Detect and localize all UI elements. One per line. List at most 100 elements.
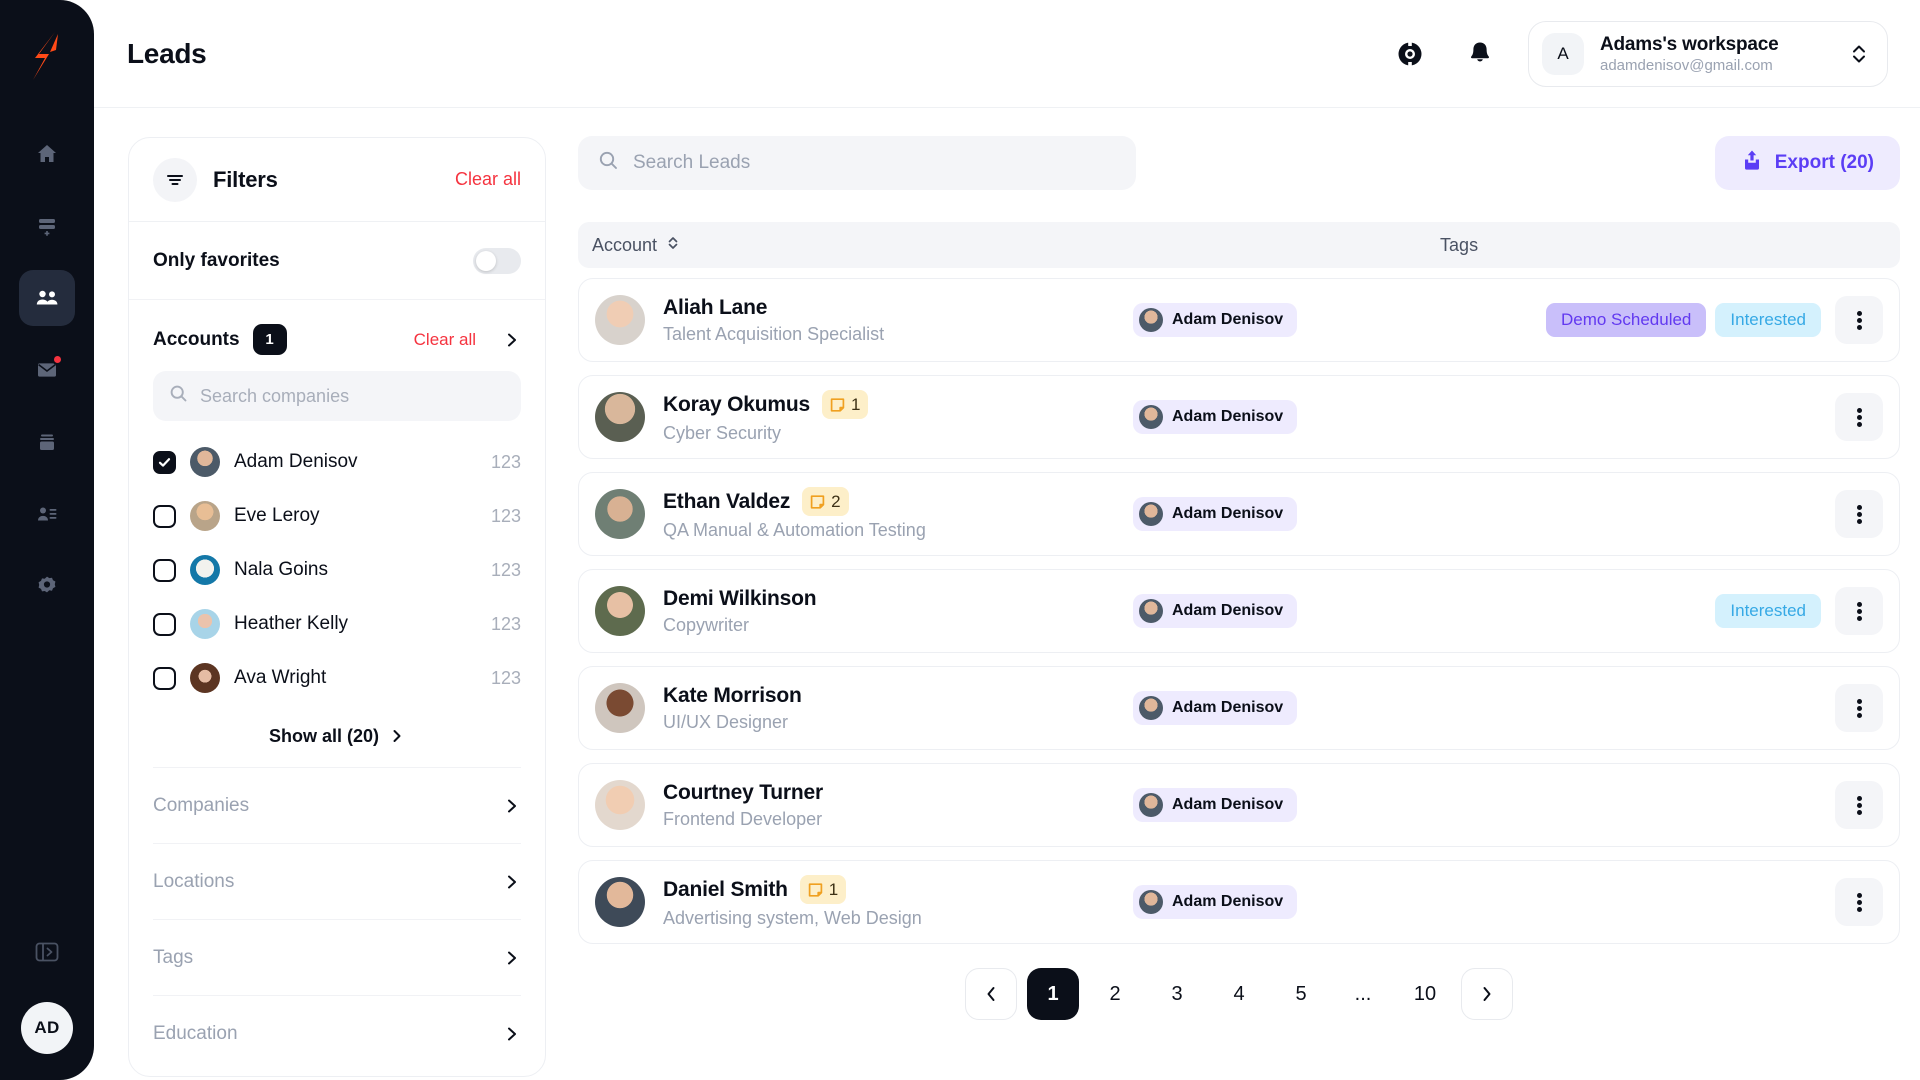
pagination-ellipsis: ...: [1354, 982, 1372, 1005]
notes-badge[interactable]: 1: [799, 875, 847, 904]
search-leads-field[interactable]: [578, 136, 1136, 190]
assignee-chip[interactable]: Adam Denisov: [1133, 691, 1298, 725]
account-checkbox[interactable]: [153, 666, 176, 690]
assignee-chip[interactable]: Adam Denisov: [1133, 594, 1298, 628]
table-row[interactable]: Kate Morrison UI/UX Designer Adam Deniso…: [578, 666, 1900, 750]
pagination-page-4[interactable]: 4: [1213, 968, 1265, 1020]
rail-bottom-group: AD: [0, 936, 94, 1054]
export-button[interactable]: Export (20): [1714, 136, 1900, 190]
assignee-chip[interactable]: Adam Denisov: [1133, 788, 1298, 822]
only-favorites-toggle[interactable]: [473, 247, 521, 274]
status-badge[interactable]: Demo Scheduled: [1545, 303, 1707, 337]
filter-section-label: Companies: [153, 794, 250, 816]
sidebar-item-inbox[interactable]: [19, 342, 75, 398]
bell-icon[interactable]: [1458, 32, 1502, 76]
filter-section-label: Education: [153, 1022, 238, 1044]
account-item[interactable]: Nala Goins 123: [153, 543, 521, 597]
lifebuoy-icon[interactable]: [1388, 32, 1432, 76]
filters-clear-all-button[interactable]: Clear all: [455, 169, 521, 190]
workspace-selector[interactable]: A Adams's workspace adamdenisov@gmail.co…: [1528, 20, 1888, 87]
search-companies-input[interactable]: [200, 385, 505, 407]
account-checkbox[interactable]: [153, 504, 176, 528]
account-checkbox[interactable]: [153, 558, 176, 582]
kebab-menu-icon[interactable]: [1835, 393, 1883, 441]
accounts-expand-chevron-right-icon[interactable]: [503, 331, 521, 349]
sort-chevrons-icon[interactable]: [666, 234, 680, 257]
account-item[interactable]: Eve Leroy 123: [153, 489, 521, 543]
user-avatar[interactable]: AD: [21, 1002, 73, 1054]
user-avatar-initials: AD: [34, 1018, 60, 1037]
sidebar-item-leads[interactable]: [19, 270, 75, 326]
notes-count: 1: [828, 879, 839, 899]
lead-info: Courtney Turner Frontend Developer: [663, 781, 1123, 830]
assignee-avatar: [1139, 890, 1163, 914]
table-row[interactable]: Aliah Lane Talent Acquisition Specialist…: [578, 278, 1900, 362]
kebab-menu-icon[interactable]: [1835, 781, 1883, 829]
kebab-menu-icon[interactable]: [1835, 878, 1883, 926]
assignee-chip[interactable]: Adam Denisov: [1133, 303, 1298, 337]
table-row[interactable]: Courtney Turner Frontend Developer Adam …: [578, 763, 1900, 847]
lead-role: Talent Acquisition Specialist: [663, 323, 885, 344]
pagination-page-10[interactable]: 10: [1399, 968, 1451, 1020]
table-row[interactable]: Daniel Smith 1 Advertising system, Web D…: [578, 860, 1900, 944]
table-row[interactable]: Koray Okumus 1 Cyber Security Adam Denis…: [578, 375, 1900, 459]
notes-badge[interactable]: 1: [821, 390, 869, 419]
assignee-avatar: [1139, 308, 1163, 332]
show-all-accounts-button[interactable]: Show all (20): [129, 705, 545, 767]
avatar: [190, 609, 220, 639]
sidebar-item-archive[interactable]: [19, 414, 75, 470]
search-companies-field[interactable]: [153, 371, 521, 421]
avatar: [595, 295, 645, 345]
assignee-avatar: [1139, 599, 1163, 623]
account-item[interactable]: Adam Denisov 123: [153, 435, 521, 489]
account-item[interactable]: Heather Kelly 123: [153, 597, 521, 651]
sidebar-item-settings[interactable]: [19, 558, 75, 614]
pagination-page-2[interactable]: 2: [1089, 968, 1141, 1020]
sidebar-item-campaigns[interactable]: [19, 198, 75, 254]
table-row[interactable]: Demi Wilkinson Copywriter Adam Denisov I…: [578, 569, 1900, 653]
assignee-chip[interactable]: Adam Denisov: [1133, 885, 1298, 919]
filter-section-locations[interactable]: Locations: [129, 844, 545, 919]
note-icon: [808, 882, 823, 897]
assignee-chip[interactable]: Adam Denisov: [1133, 497, 1298, 531]
kebab-menu-icon[interactable]: [1835, 684, 1883, 732]
status-badge[interactable]: Interested: [1715, 594, 1821, 628]
kebab-menu-icon[interactable]: [1835, 490, 1883, 538]
workspace-avatar: A: [1542, 32, 1584, 75]
sidebar-item-contacts[interactable]: [19, 486, 75, 542]
lead-role: UI/UX Designer: [663, 711, 789, 732]
chevron-up-down-icon[interactable]: [1831, 41, 1869, 67]
search-leads-input[interactable]: [633, 152, 1116, 174]
status-badge[interactable]: Interested: [1715, 303, 1821, 337]
filter-section-tags[interactable]: Tags: [129, 920, 545, 995]
kebab-menu-icon[interactable]: [1835, 296, 1883, 344]
search-icon: [169, 384, 188, 408]
kebab-menu-icon[interactable]: [1835, 587, 1883, 635]
account-checkbox[interactable]: [153, 612, 176, 636]
sidebar-item-home[interactable]: [19, 126, 75, 182]
filters-panel: Filters Clear all Only favorites Account…: [128, 137, 546, 1077]
notes-badge[interactable]: 2: [802, 487, 849, 516]
pagination-prev-button[interactable]: [965, 968, 1017, 1020]
app-logo-icon[interactable]: [23, 30, 71, 82]
assignee-avatar: [1139, 793, 1163, 817]
filter-section-companies[interactable]: Companies: [129, 768, 545, 843]
lead-role: Cyber Security: [663, 423, 782, 443]
filter-section-education[interactable]: Education: [129, 996, 545, 1071]
pagination-page-1[interactable]: 1: [1027, 968, 1079, 1020]
account-checkbox[interactable]: [153, 450, 176, 474]
chevron-right-icon: [503, 797, 521, 815]
assignee-chip[interactable]: Adam Denisov: [1133, 400, 1298, 434]
assignee-avatar: [1139, 502, 1163, 526]
leads-table-rows: Aliah Lane Talent Acquisition Specialist…: [578, 278, 1900, 944]
panel-expand-icon[interactable]: [31, 936, 63, 968]
column-header-account[interactable]: Account: [592, 234, 680, 257]
avatar: [190, 447, 220, 477]
pagination-next-button[interactable]: [1461, 968, 1513, 1020]
table-row[interactable]: Ethan Valdez 2 QA Manual & Automation Te…: [578, 472, 1900, 556]
pagination-page-5[interactable]: 5: [1275, 968, 1327, 1020]
accounts-clear-all-button[interactable]: Clear all: [414, 330, 476, 350]
account-item[interactable]: Ava Wright 123: [153, 651, 521, 705]
pagination-page-3[interactable]: 3: [1151, 968, 1203, 1020]
lead-name: Aliah Lane: [663, 295, 768, 319]
